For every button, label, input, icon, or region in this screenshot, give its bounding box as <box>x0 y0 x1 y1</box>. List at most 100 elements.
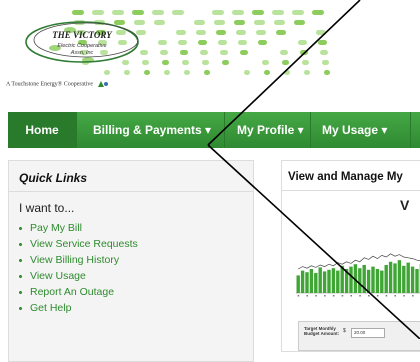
dot <box>216 30 226 35</box>
x-tick-mark <box>386 295 388 297</box>
dot <box>124 70 130 75</box>
usage-bar <box>332 268 335 293</box>
x-tick-mark <box>351 295 353 297</box>
manage-panel-title: View and Manage My <box>288 171 403 183</box>
dot <box>220 50 228 55</box>
dot <box>234 20 245 25</box>
dot <box>200 50 208 55</box>
x-tick-mark <box>315 295 317 297</box>
quick-link-view-billing-history[interactable]: View Billing History <box>17 252 138 268</box>
logo-line2: Electric Cooperative <box>57 43 106 49</box>
usage-bar <box>363 265 366 293</box>
dot <box>180 50 188 55</box>
nav-divider <box>224 112 225 148</box>
usage-bar <box>367 270 370 293</box>
dot <box>194 20 205 25</box>
dot <box>104 70 110 75</box>
usage-bar <box>327 270 330 293</box>
usage-bar <box>349 267 352 293</box>
quick-link-report-outage[interactable]: Report An Outage <box>17 284 138 300</box>
dot <box>264 70 270 75</box>
usage-bar <box>305 272 308 293</box>
dot <box>238 40 247 45</box>
nav-divider <box>76 112 77 148</box>
dot <box>318 40 327 45</box>
quick-links-list: Pay My Bill View Service Requests View B… <box>17 220 138 316</box>
dot <box>276 30 286 35</box>
dot <box>302 60 309 65</box>
budget-form: Target Monthly Budget Amount: $ 20.00 <box>298 321 420 351</box>
dot <box>312 10 324 15</box>
dot <box>160 50 168 55</box>
usage-bar <box>336 271 339 293</box>
quick-link-view-service-requests[interactable]: View Service Requests <box>17 236 138 252</box>
usage-bar <box>354 264 357 293</box>
usage-bar <box>345 269 348 293</box>
budget-label: Target Monthly Budget Amount: <box>304 326 344 336</box>
usage-bar <box>341 266 344 293</box>
dot <box>274 20 285 25</box>
divider <box>9 191 253 192</box>
usage-bar <box>323 271 326 293</box>
dot <box>198 40 207 45</box>
usage-bar <box>398 260 401 293</box>
dot <box>176 30 186 35</box>
x-tick-mark <box>359 295 361 297</box>
x-tick-mark <box>333 295 335 297</box>
quick-link-pay-my-bill[interactable]: Pay My Bill <box>17 220 138 236</box>
usage-bar <box>380 271 383 293</box>
dot <box>182 60 189 65</box>
quick-link-view-usage[interactable]: View Usage <box>17 268 138 284</box>
x-tick-mark <box>368 295 370 297</box>
budget-amount-input[interactable]: 20.00 <box>351 328 385 338</box>
dot <box>112 10 124 15</box>
victory-logo[interactable]: THE VICTORY Electric Cooperative Assn, I… <box>22 18 158 66</box>
dot <box>240 50 248 55</box>
quick-link-get-help[interactable]: Get Help <box>17 300 138 316</box>
main-nav: Home Billing & Payments ▾ My Profile ▾ M… <box>8 112 420 148</box>
usage-bar <box>393 263 396 293</box>
dot <box>212 10 224 15</box>
quick-links-panel: Quick Links I want to... Pay My Bill Vie… <box>8 160 254 362</box>
bullet-icon <box>19 227 22 230</box>
dot <box>164 70 170 75</box>
dot <box>298 40 307 45</box>
nav-billing-payments[interactable]: Billing & Payments ▾ <box>93 112 211 148</box>
touchstone-logo-icon <box>95 80 109 88</box>
nav-home[interactable]: Home <box>8 112 76 148</box>
dot <box>294 20 305 25</box>
dot <box>144 70 150 75</box>
dot <box>92 10 104 15</box>
dot <box>172 10 184 15</box>
dot <box>320 50 328 55</box>
usage-chart <box>296 241 420 303</box>
dot <box>178 40 187 45</box>
logo-line3: Assn, Inc <box>70 50 94 56</box>
dot <box>202 60 209 65</box>
dot <box>282 60 289 65</box>
dot <box>214 20 225 25</box>
touchstone-tagline: A Touchstone Energy® Cooperative <box>6 80 109 88</box>
usage-bar <box>314 273 317 293</box>
nav-my-usage[interactable]: My Usage ▾ <box>322 112 387 148</box>
dot <box>262 60 269 65</box>
dot <box>272 10 284 15</box>
dot <box>152 10 164 15</box>
usage-bar <box>358 268 361 293</box>
site-header: THE VICTORY Electric Cooperative Assn, I… <box>0 0 420 108</box>
dot <box>254 20 265 25</box>
usage-bar <box>297 275 300 293</box>
dot <box>322 60 329 65</box>
usage-bar <box>402 266 405 293</box>
dot <box>324 70 330 75</box>
bullet-icon <box>19 307 22 310</box>
quick-links-intro: I want to... <box>19 201 74 215</box>
dot <box>232 10 244 15</box>
divider <box>282 190 420 191</box>
dot <box>204 70 210 75</box>
manage-panel: View and Manage My V Target Monthly Budg… <box>281 160 420 352</box>
dot <box>244 70 250 75</box>
dot <box>252 10 264 15</box>
usage-bar <box>385 265 388 293</box>
nav-my-profile[interactable]: My Profile ▾ <box>237 112 304 148</box>
